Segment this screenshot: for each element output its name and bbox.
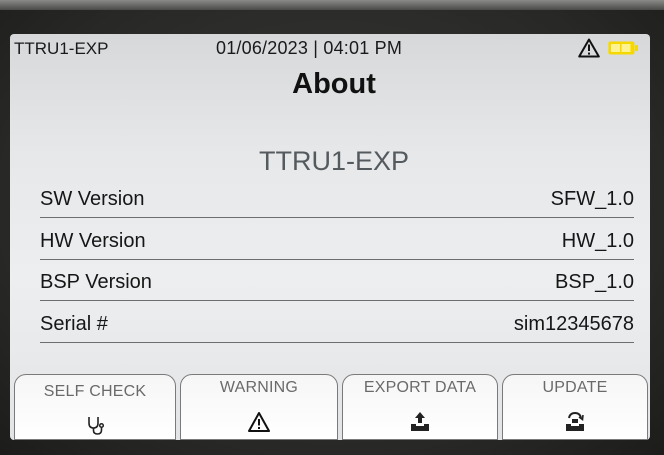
- info-label: HW Version: [40, 230, 146, 252]
- softkey-bar: SELF CHECK WARNING EXPORT DATA UPDATE: [10, 374, 650, 440]
- export-data-button[interactable]: EXPORT DATA: [342, 374, 498, 440]
- status-bar: TTRU1-EXP 01/06/2023 | 04:01 PM: [10, 34, 650, 64]
- info-value: sim12345678: [513, 313, 634, 335]
- info-row-hw-version: HW Version HW_1.0: [40, 224, 634, 260]
- softkey-label: SELF CHECK: [43, 383, 147, 400]
- device-model-name: TTRU1-EXP: [258, 146, 410, 176]
- update-button[interactable]: UPDATE: [502, 374, 648, 440]
- self-check-button[interactable]: SELF CHECK: [14, 374, 176, 440]
- device-screen: TTRU1-EXP 01/06/2023 | 04:01 PM About TT…: [10, 34, 650, 440]
- warning-button[interactable]: WARNING: [180, 374, 338, 440]
- info-value: HW_1.0: [561, 230, 634, 252]
- status-datetime: 01/06/2023 | 04:01 PM: [216, 38, 403, 58]
- info-row-sw-version: SW Version SFW_1.0: [40, 182, 634, 218]
- info-label: BSP Version: [40, 271, 152, 293]
- softkey-label: UPDATE: [542, 379, 608, 396]
- battery-icon: [608, 41, 638, 55]
- info-value: BSP_1.0: [555, 271, 634, 293]
- softkey-label: WARNING: [219, 379, 299, 396]
- info-row-serial-number: Serial # sim12345678: [40, 307, 634, 343]
- update-icon: [566, 411, 584, 431]
- info-row-bsp-version: BSP Version BSP_1.0: [40, 265, 634, 301]
- info-label: SW Version: [40, 188, 145, 210]
- page-title: About: [292, 68, 376, 100]
- info-label: Serial #: [40, 313, 108, 335]
- warning-icon: [578, 38, 600, 58]
- status-device-name: TTRU1-EXP: [14, 39, 109, 58]
- device-frame: TTRU1-EXP 01/06/2023 | 04:01 PM About TT…: [0, 0, 664, 455]
- warning-icon: [248, 412, 270, 432]
- softkey-label: EXPORT DATA: [363, 379, 477, 396]
- stethoscope-icon: [88, 417, 105, 435]
- info-value: SFW_1.0: [550, 188, 634, 210]
- export-upload-icon: [411, 412, 429, 431]
